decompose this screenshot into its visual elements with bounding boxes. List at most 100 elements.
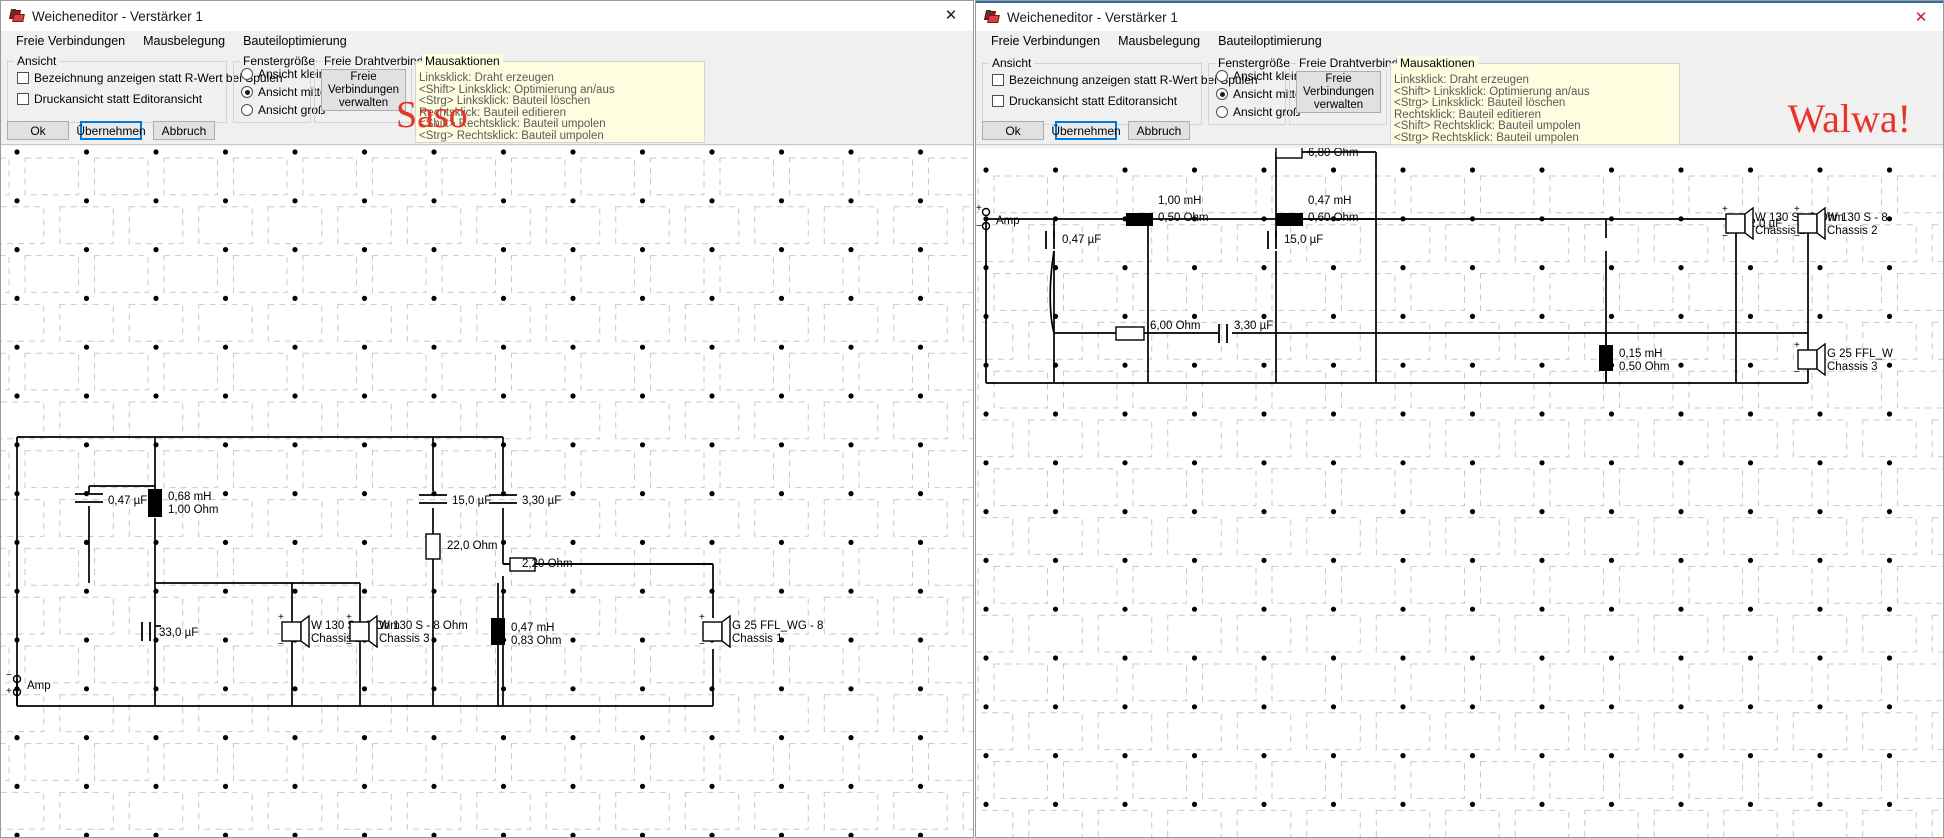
component-label: 0,68 mH <box>168 491 211 503</box>
manage-wires-button[interactable]: Freie Verbindungen verwalten <box>321 69 406 111</box>
component-resistor-220ohm[interactable]: 22,0 Ohm <box>425 533 498 560</box>
component-inductor-047mH[interactable]: 0,47 mH 0,83 Ohm <box>491 618 562 647</box>
component-inductor-100mH[interactable]: 1,00 mH 0,50 Ohm <box>1126 195 1209 226</box>
checkbox-box <box>17 93 29 105</box>
polarity-minus: − <box>278 639 284 650</box>
checkbox-label: Druckansicht statt Editoransicht <box>1009 94 1178 108</box>
ok-button-label: Ok <box>30 123 46 138</box>
menu-freie-verbindungen[interactable]: Freie Verbindungen <box>7 32 134 50</box>
mouse-action-line: Linksklick: Draht erzeugen <box>419 72 554 84</box>
speaker-chassis-3[interactable]: + − W 130 S - 8 Ohm Chassis 3 <box>346 612 468 650</box>
close-icon[interactable]: ✕ <box>929 1 973 29</box>
mouse-actions-list: Linksklick: Draht erzeugen <Shift> Links… <box>1394 74 1590 145</box>
wires <box>16 436 714 707</box>
component-label: 6,00 Ohm <box>1150 320 1201 332</box>
amp-terminal[interactable]: − + Amp <box>6 670 51 697</box>
component-inductor-047mH[interactable]: 0,47 mH 0,60 Ohm <box>1276 195 1359 226</box>
polarity-minus: − <box>976 221 982 232</box>
polarity-plus: + <box>1722 204 1728 215</box>
polarity-minus: − <box>1794 231 1800 242</box>
app-icon <box>984 9 1000 25</box>
polarity-plus: + <box>278 612 284 623</box>
polarity-minus: − <box>699 639 705 650</box>
cancel-button[interactable]: Abbruch <box>1128 121 1190 140</box>
cancel-button-label: Abbruch <box>161 123 207 138</box>
schematic-canvas-left[interactable]: 0,47 µF 0,68 mH 1,00 Ohm 15,0 µF 3,30 µF… <box>1 146 973 837</box>
speaker-chassis: Chassis 3 <box>379 633 430 645</box>
menubar-left: Freie Verbindungen Mausbelegung Bauteilo… <box>1 31 973 51</box>
component-resistor-680ohm[interactable]: 6,80 Ohm <box>1275 148 1359 159</box>
speaker-chassis: Chassis 1 <box>732 633 783 645</box>
component-capacitor-330uF-b[interactable]: 33,0 µF <box>141 622 198 641</box>
cancel-button[interactable]: Abbruch <box>153 121 215 140</box>
window-title: Weicheneditor - Verstärker 1 <box>32 8 203 24</box>
component-capacitor-330uF[interactable]: 3,30 µF <box>489 494 561 507</box>
group-mausaktionen-title: Mausaktionen <box>422 54 503 68</box>
menu-bauteiloptimierung[interactable]: Bauteiloptimierung <box>1209 32 1331 50</box>
apply-button-label: Übernehmen <box>76 123 146 138</box>
polarity-minus: − <box>346 639 352 650</box>
apply-button-label: Übernehmen <box>1051 123 1121 138</box>
dialog-buttons-right: Ok Übernehmen Abbruch <box>982 121 1190 140</box>
window-right: Weicheneditor - Verstärker 1 ✕ Freie Ver… <box>975 0 1944 838</box>
settings-panel-left: Ansicht Bezeichnung anzeigen statt R-Wer… <box>1 51 973 145</box>
ok-button-label: Ok <box>1005 123 1021 138</box>
manage-wires-button[interactable]: Freie Verbindungen verwalten <box>1296 71 1381 113</box>
radio-ansicht-gross[interactable]: Ansicht groß <box>1216 105 1300 119</box>
group-ansicht-title: Ansicht <box>989 56 1035 70</box>
checkbox-box <box>992 95 1004 107</box>
component-label: 1,00 mH <box>1158 195 1201 207</box>
component-label: 22,0 Ohm <box>447 540 498 552</box>
menu-bauteiloptimierung[interactable]: Bauteiloptimierung <box>234 32 356 50</box>
component-label: 33,0 µF <box>159 627 198 639</box>
component-capacitor-150uF[interactable]: 15,0 µF <box>1267 231 1323 249</box>
radio-ansicht-klein[interactable]: Ansicht klein <box>241 67 325 81</box>
component-label: 15,0 µF <box>1284 234 1323 246</box>
titlebar-right[interactable]: Weicheneditor - Verstärker 1 ✕ <box>976 1 1943 31</box>
speaker-name: G 25 FFL_W <box>1827 348 1893 360</box>
speaker-name: W 130 S - 8 <box>1827 212 1888 224</box>
checkbox-box <box>17 72 29 84</box>
titlebar-left[interactable]: Weicheneditor - Verstärker 1 ✕ <box>1 1 973 31</box>
radio-circle <box>241 104 253 116</box>
component-label-2: 0,60 Ohm <box>1308 212 1359 224</box>
menubar-right: Freie Verbindungen Mausbelegung Bauteilo… <box>976 31 1943 51</box>
component-label: 15,0 µF <box>452 495 491 507</box>
checkbox-druckansicht[interactable]: Druckansicht statt Editoransicht <box>17 92 202 106</box>
apply-button[interactable]: Übernehmen <box>1051 121 1121 140</box>
schematic-svg: 6,80 Ohm 1,00 mH 0,50 Ohm 0,47 mH 0,60 O… <box>976 148 1943 837</box>
ok-button[interactable]: Ok <box>7 121 69 140</box>
apply-button[interactable]: Übernehmen <box>76 121 146 140</box>
component-label: 0,15 mH <box>1619 348 1662 360</box>
speaker-chassis: Chassis 2 <box>1827 225 1878 237</box>
schematic-svg: 0,47 µF 0,68 mH 1,00 Ohm 15,0 µF 3,30 µF… <box>1 149 973 837</box>
grid-dots <box>983 167 1893 808</box>
menu-freie-verbindungen[interactable]: Freie Verbindungen <box>982 32 1109 50</box>
radio-ansicht-klein[interactable]: Ansicht klein <box>1216 69 1300 83</box>
component-capacitor-150uF[interactable]: 15,0 µF <box>419 494 491 507</box>
menu-mausbelegung[interactable]: Mausbelegung <box>1109 32 1209 50</box>
radio-circle <box>1216 70 1228 82</box>
checkbox-druckansicht[interactable]: Druckansicht statt Editoransicht <box>992 94 1177 108</box>
schematic-canvas-right[interactable]: 6,80 Ohm 1,00 mH 0,50 Ohm 0,47 mH 0,60 O… <box>976 148 1943 837</box>
component-resistor-220ohm-series[interactable]: 2,20 Ohm <box>509 557 573 572</box>
watermark-right: Walwa! <box>1787 96 1911 141</box>
group-fenstergroesse-title: Fenstergröße <box>240 54 319 68</box>
component-label-2: 0,83 Ohm <box>511 635 562 647</box>
radio-circle <box>241 86 253 98</box>
speaker-name: W 130 S - 8 Ohm <box>379 620 468 632</box>
component-capacitor-330uF[interactable]: 3,30 µF <box>1218 320 1273 343</box>
component-resistor-600ohm[interactable]: 6,00 Ohm <box>1115 320 1201 341</box>
component-inductor-015mH[interactable]: 0,15 mH 0,50 Ohm <box>1599 345 1670 373</box>
polarity-plus: + <box>699 612 705 623</box>
group-fenstergroesse: Fenstergröße Ansicht klein Ansicht mitte… <box>233 54 329 123</box>
ok-button[interactable]: Ok <box>982 121 1044 140</box>
menu-mausbelegung[interactable]: Mausbelegung <box>134 32 234 50</box>
close-icon[interactable]: ✕ <box>1899 3 1943 31</box>
radio-ansicht-gross[interactable]: Ansicht groß <box>241 103 325 117</box>
speaker-chassis-1[interactable]: + − G 25 FFL_WG - 8 Chassis 1 <box>699 612 823 650</box>
component-capacitor-047uF[interactable]: 0,47 µF <box>1045 231 1101 249</box>
checkbox-box <box>992 74 1004 86</box>
polarity-minus: − <box>1794 367 1800 378</box>
polarity-plus: + <box>346 612 352 623</box>
